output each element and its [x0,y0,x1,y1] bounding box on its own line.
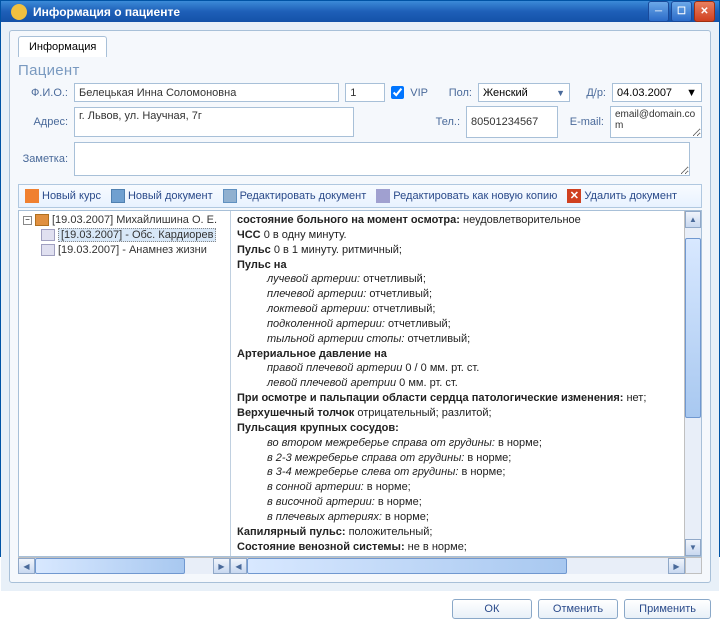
delete-icon: ✕ [567,189,581,203]
document-icon [41,244,55,256]
scroll-left-button[interactable]: ◀ [18,558,35,574]
label-vip: VIP [410,87,428,99]
dob-input[interactable]: 04.03.2007 ▼ [612,83,702,102]
edit-copy-icon [376,189,390,203]
cancel-button[interactable]: Отменить [538,599,618,619]
ok-button[interactable]: ОК [452,599,532,619]
tel-input[interactable] [466,106,558,138]
tree-item-anamnez[interactable]: [19.03.2007] - Анамнез жизни [39,243,228,257]
dialog-footer: ОК Отменить Применить [1,591,719,627]
tree-scrollbar-horizontal[interactable]: ◀ ▶ [18,557,230,574]
chevron-down-icon: ▼ [686,87,697,99]
new-doc-icon [111,189,125,203]
document-view[interactable]: состояние больного на момент осмотра: не… [231,211,684,556]
chevron-down-icon: ▼ [556,88,565,98]
folder-icon [35,214,49,226]
scroll-right-button[interactable]: ▶ [213,558,230,574]
apply-button[interactable]: Применить [624,599,711,619]
tree-item-cardio[interactable]: [19.03.2007] - Обс. Кардиорев [39,227,228,243]
scroll-thumb[interactable] [35,558,185,574]
window-title: Информация о пациенте [33,5,648,19]
scroll-down-button[interactable]: ▼ [685,539,701,556]
number-input[interactable] [345,83,385,102]
label-tel: Тел.: [424,116,460,128]
vip-checkbox[interactable] [391,86,404,99]
scroll-thumb[interactable] [247,558,567,574]
scroll-up-button[interactable]: ▲ [685,211,701,228]
address-input[interactable]: г. Львов, ул. Научная, 7г [74,107,354,137]
email-input[interactable]: email@domain.com [610,106,702,138]
tree-collapse-icon[interactable]: − [23,216,32,225]
document-tree[interactable]: − [19.03.2007] Михайлишина О. Е. [19.03.… [19,211,231,556]
edit-doc-button[interactable]: Редактировать документ [219,187,371,205]
notes-input[interactable] [74,142,690,176]
document-icon [41,229,55,241]
fio-input[interactable] [74,83,339,102]
delete-doc-button[interactable]: ✕Удалить документ [563,187,681,205]
label-fio: Ф.И.О.: [18,87,68,99]
app-icon [11,4,27,20]
scrollbar-corner [685,557,702,574]
tree-root[interactable]: − [19.03.2007] Михайлишина О. Е. [21,213,228,227]
maximize-button[interactable]: ☐ [671,1,692,22]
sex-select[interactable]: Женский ▼ [478,83,570,102]
doc-scrollbar-horizontal[interactable]: ◀ ▶ [230,557,685,574]
close-button[interactable]: ✕ [694,1,715,22]
sex-value: Женский [483,87,528,99]
label-notes: Заметка: [18,153,68,165]
minimize-button[interactable]: ─ [648,1,669,22]
label-email: E-mail: [564,116,604,128]
dob-value: 04.03.2007 [617,87,672,99]
section-patient-title: Пациент [18,62,702,79]
new-course-button[interactable]: Новый курс [21,187,105,205]
patient-info-window: Информация о пациенте ─ ☐ ✕ Информация П… [0,0,720,557]
tab-info[interactable]: Информация [18,36,107,57]
doc-scrollbar-vertical[interactable]: ▲ ▼ [684,211,701,556]
label-sex: Пол: [442,87,472,99]
document-toolbar: Новый курс Новый документ Редактировать … [18,184,702,208]
edit-doc-icon [223,189,237,203]
scroll-right-button[interactable]: ▶ [668,558,685,574]
new-course-icon [25,189,39,203]
label-dob: Д/р: [576,87,606,99]
label-addr: Адрес: [18,116,68,128]
scroll-left-button[interactable]: ◀ [230,558,247,574]
edit-copy-button[interactable]: Редактировать как новую копию [372,187,561,205]
new-doc-button[interactable]: Новый документ [107,187,217,205]
titlebar[interactable]: Информация о пациенте ─ ☐ ✕ [1,1,719,22]
scroll-thumb[interactable] [685,238,701,418]
